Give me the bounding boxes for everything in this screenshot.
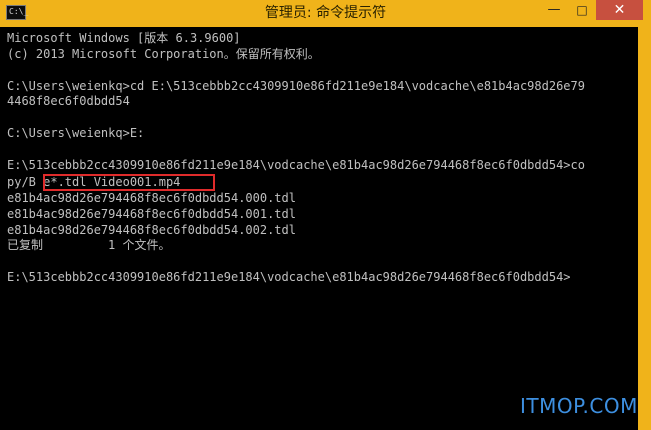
command-prompt-window: C:\_ 管理员: 命令提示符 — □ ✕ Microsoft Windows … [0,0,651,430]
console-line: e81b4ac98d26e794468f8ec6f0dbdd54.002.tdl [7,223,296,237]
console-line: C:\Users\weienkq>E: [7,126,145,140]
console-line: Microsoft Windows [版本 6.3.9600] [7,31,241,45]
title-bar[interactable]: C:\_ 管理员: 命令提示符 — □ ✕ [0,0,651,27]
console-line: E:\513cebbb2cc4309910e86fd211e9e184\vodc… [7,158,585,172]
console-line: E:\513cebbb2cc4309910e86fd211e9e184\vodc… [7,270,571,284]
minimize-button[interactable]: — [540,0,568,20]
command-highlight-box [43,174,215,191]
console-output[interactable]: Microsoft Windows [版本 6.3.9600] (c) 2013… [0,27,638,430]
console-line: (c) 2013 Microsoft Corporation。保留所有权利。 [7,47,320,61]
console-line: 已复制 1 个文件。 [7,238,171,252]
close-button[interactable]: ✕ [596,0,643,20]
console-line: 4468f8ec6f0dbdd54 [7,94,130,108]
watermark-logo: ITMOP.COM [520,394,638,418]
console-line: C:\Users\weienkq>cd E:\513cebbb2cc430991… [7,79,585,93]
vertical-scrollbar[interactable] [638,27,651,430]
maximize-button[interactable]: □ [568,0,596,20]
console-line: e81b4ac98d26e794468f8ec6f0dbdd54.000.tdl [7,191,296,205]
console-line: e81b4ac98d26e794468f8ec6f0dbdd54.001.tdl [7,207,296,221]
